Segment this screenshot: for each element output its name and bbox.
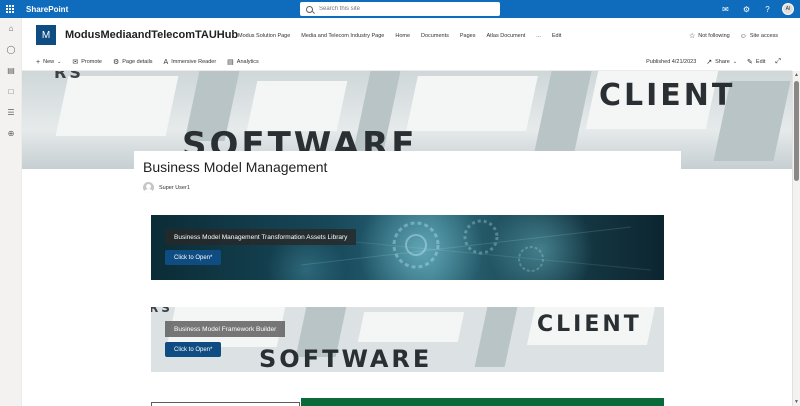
share-button[interactable]: ↗ Share ⌄	[706, 58, 737, 66]
file-icon[interactable]: □	[0, 81, 22, 102]
home-icon[interactable]: ⌂	[0, 18, 22, 39]
page-title: Business Model Management	[143, 159, 328, 175]
banner-word-software: SOFTWARE	[259, 345, 433, 372]
immersive-reader-icon: A	[163, 58, 169, 66]
megaphone-icon[interactable]: ✉	[715, 0, 736, 18]
scroll-up-icon[interactable]: ▲	[794, 72, 799, 78]
nav-item-documents[interactable]: Documents	[421, 33, 449, 39]
published-status: Published 4/21/2023	[646, 59, 696, 65]
title-card: Business Model Management Super User1	[134, 151, 681, 201]
banner-framework-builder[interactable]: RS CLIENT SOFTWARE Business Model Framew…	[151, 307, 664, 372]
search-box[interactable]	[300, 2, 500, 16]
scroll-down-icon[interactable]: ▼	[794, 399, 799, 405]
search-input[interactable]	[319, 6, 489, 12]
new-button[interactable]: + New ⌄	[36, 59, 61, 66]
immersive-reader-label: Immersive Reader	[171, 59, 217, 65]
user-avatar[interactable]: AI	[782, 3, 794, 15]
analytics-icon: ▤	[227, 59, 234, 66]
edit-label: Edit	[755, 59, 766, 65]
settings-gear-icon[interactable]: ⚙	[736, 0, 757, 18]
pencil-icon: ✎	[747, 59, 753, 66]
banner-label: Business Model Management Transformation…	[165, 229, 357, 245]
published-label: Published 4/21/2023	[646, 59, 697, 65]
follow-button[interactable]: ☆ Not following	[689, 32, 730, 40]
author-avatar	[143, 182, 154, 193]
chevron-down-icon: ⌄	[732, 59, 738, 65]
nav-item-atlas-document[interactable]: Atlas Document	[486, 33, 525, 39]
site-access-label: Site access	[749, 33, 778, 39]
immersive-reader-button[interactable]: A Immersive Reader	[164, 59, 217, 66]
expand-icon: ⤢	[775, 58, 781, 65]
promote-button[interactable]: ✉ Promote	[72, 58, 102, 66]
analytics-button[interactable]: ▤ Analytics	[227, 58, 259, 66]
site-title[interactable]: ModusMediaandTelecomTAUHub	[65, 29, 238, 41]
bottom-right-section	[301, 398, 664, 406]
people-icon: ☺	[739, 32, 747, 40]
author-byline[interactable]: Super User1	[143, 182, 190, 193]
site-header: M ModusMediaandTelecomTAUHub Modus Solut…	[22, 18, 792, 53]
analytics-label: Analytics	[236, 59, 259, 65]
add-icon[interactable]: ⊕	[0, 123, 22, 144]
gear-icon: ⚙	[112, 59, 120, 66]
open-framework-builder-button[interactable]: Click to Open*	[165, 342, 222, 357]
banner-word-client: CLIENT	[537, 312, 642, 337]
nav-item-home[interactable]: Home	[395, 33, 410, 39]
author-name: Super User1	[159, 184, 190, 191]
nav-item-modus-solution-page[interactable]: Modus Solution Page	[238, 33, 290, 39]
open-assets-library-button[interactable]: Click to Open*	[165, 250, 222, 265]
nav-more-button[interactable]: ...	[536, 33, 541, 39]
scroll-thumb[interactable]	[794, 81, 799, 181]
banner-assets-library[interactable]: Business Model Management Transformation…	[151, 215, 664, 280]
app-name[interactable]: SharePoint	[26, 5, 68, 14]
site-navigation: Modus Solution Page Media and Telecom In…	[238, 33, 572, 39]
nav-edit-link[interactable]: Edit	[552, 33, 561, 39]
expand-button[interactable]: ⤢	[775, 58, 784, 66]
follow-label: Not following	[698, 33, 730, 39]
app-launcher-button[interactable]	[0, 0, 20, 18]
news-icon[interactable]: ▤	[0, 60, 22, 81]
app-bar: ⌂ ◯ ▤ □ ☰ ⊕	[0, 18, 22, 406]
site-actions: ☆ Not following ☺ Site access	[679, 32, 778, 41]
share-label: Share	[715, 59, 730, 65]
page-details-label: Page details	[122, 59, 153, 65]
command-bar: + New ⌄ ✉ Promote ⚙ Page details A Immer…	[22, 53, 792, 71]
star-icon: ☆	[688, 33, 696, 40]
waffle-icon	[6, 5, 14, 13]
site-access-button[interactable]: ☺ Site access	[740, 32, 778, 40]
help-icon[interactable]: ?	[757, 0, 778, 18]
page-scrollbar[interactable]: ▲ ▼	[792, 71, 800, 406]
bottom-left-section	[151, 402, 300, 406]
hero-word-client: CLIENT	[599, 78, 736, 113]
edit-button[interactable]: ✎ Edit	[747, 58, 765, 66]
nav-item-media-telecom-industry-page[interactable]: Media and Telecom Industry Page	[301, 33, 384, 39]
gears-decoration	[280, 219, 652, 272]
promote-label: Promote	[81, 59, 102, 65]
globe-icon[interactable]: ◯	[0, 39, 22, 60]
new-label: New	[43, 59, 55, 65]
plus-icon: +	[36, 58, 41, 66]
page-details-button[interactable]: ⚙ Page details	[113, 58, 153, 66]
chevron-down-icon: ⌄	[57, 59, 62, 65]
list-icon[interactable]: ☰	[0, 102, 22, 123]
share-icon: ↗	[706, 59, 713, 66]
header-spacer	[792, 18, 800, 71]
suite-bar: SharePoint ✉ ⚙ ? AI	[0, 0, 800, 18]
site-logo[interactable]: M	[36, 25, 56, 45]
search-icon	[306, 5, 313, 13]
nav-item-pages[interactable]: Pages	[460, 33, 476, 39]
banner-label: Business Model Framework Builder	[165, 321, 286, 337]
suite-actions: ✉ ⚙ ? AI	[715, 0, 800, 18]
megaphone-icon: ✉	[72, 59, 79, 66]
